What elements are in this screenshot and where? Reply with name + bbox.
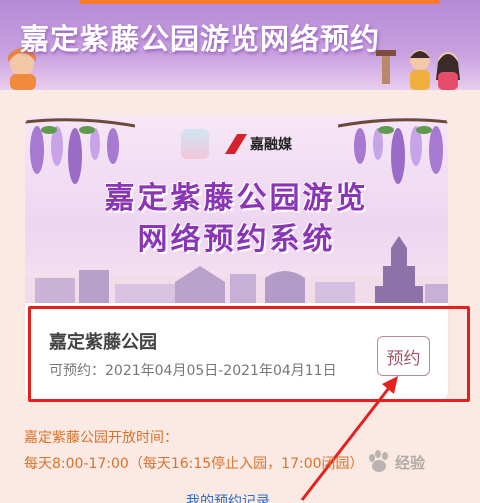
reservation-date-range: 可预约：2021年04月05日-2021年04月11日 [49, 363, 337, 379]
banner-couple-illustration [376, 50, 460, 90]
watermark-text: 经验 [395, 453, 426, 472]
opening-hours-label: 嘉定紫藤公园开放时间： [24, 430, 178, 446]
baidu-jingyan-watermark: 经验 [366, 446, 456, 478]
jiarongmei-logo-text: 嘉融媒 [250, 137, 292, 153]
hero-title-line1: 嘉定紫藤公园游览 [104, 181, 369, 216]
opening-hours-text: 每天8:00-17:00（每天16:15停止入园，17:00闭园） [24, 456, 364, 472]
jiarongmei-mark-icon [225, 134, 247, 154]
jiading-logo-icon [181, 129, 209, 159]
banner-title: 嘉定紫藤公园游览网络预约 [20, 22, 381, 56]
park-reservation-card: 嘉定紫藤公园 可预约：2021年04月05日-2021年04月11日 预约 [25, 303, 448, 401]
my-reservations-link[interactable]: 我的预约记录 [186, 491, 270, 503]
park-name: 嘉定紫藤公园 [49, 332, 157, 353]
paw-icon [369, 450, 388, 472]
jiarongmei-logo: 嘉融媒 [225, 134, 292, 154]
partner-logos: 嘉融媒 [25, 129, 448, 159]
hero-card: 嘉融媒 嘉定紫藤公园游览 网络预约系统 [25, 116, 448, 316]
reserve-button[interactable]: 预约 [377, 336, 430, 376]
banner-accent-strip [80, 0, 440, 4]
top-banner: 嘉定紫藤公园游览网络预约 [0, 0, 480, 90]
